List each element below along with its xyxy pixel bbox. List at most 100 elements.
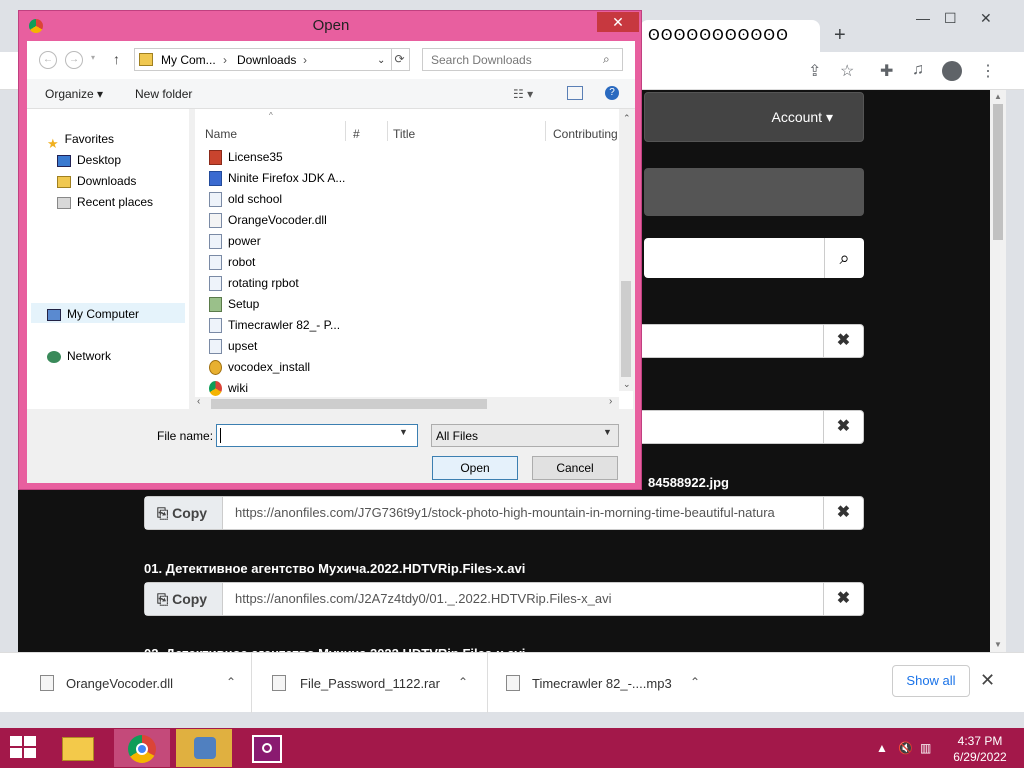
audio-icon	[209, 276, 222, 292]
nav-desktop[interactable]: Desktop	[57, 150, 121, 170]
browser-tab[interactable]: ʘʘʘʘʘʘʘʘʘʘʘ	[640, 20, 820, 52]
up-arrow-icon[interactable]: ↑	[113, 51, 120, 67]
search-input[interactable]: Search Downloads	[422, 48, 623, 71]
address-bar[interactable]: My Com... › Downloads › ⌄ ⟳	[134, 48, 410, 71]
url-field[interactable]: https://anonfiles.com/J2A7z4tdy0/01._.20…	[235, 583, 825, 615]
camera-taskbar-icon[interactable]	[240, 729, 296, 767]
show-all-button[interactable]: Show all	[892, 665, 970, 697]
nav-network[interactable]: Network	[47, 346, 111, 366]
file-item[interactable]: License35	[209, 147, 283, 167]
scroll-up-icon[interactable]: ▲	[994, 92, 1002, 101]
open-button[interactable]: Open	[432, 456, 518, 480]
new-tab-button[interactable]: +	[834, 24, 846, 47]
page-scroll-thumb[interactable]	[993, 104, 1003, 240]
file-item[interactable]: upset	[209, 336, 257, 356]
chevron-up-icon[interactable]: ⌃	[690, 675, 700, 689]
file-item[interactable]: rotating rpbot	[209, 273, 299, 293]
copy-button[interactable]: ⎘ Copy	[145, 583, 223, 615]
file-item[interactable]: old school	[209, 189, 282, 209]
nav-downloads[interactable]: Downloads	[57, 171, 136, 191]
organize-button[interactable]: Organize ▾	[45, 87, 103, 101]
file-list-scroll-thumb[interactable]	[621, 281, 631, 377]
file-title: 01. Детективное агентство Мухича.2022.HD…	[144, 561, 526, 576]
media-icon[interactable]: ♫	[912, 61, 924, 79]
breadcrumb-root[interactable]: My Com...	[161, 53, 216, 67]
cancel-button[interactable]: Cancel	[532, 456, 618, 480]
breadcrumb-separator[interactable]: ›	[303, 53, 307, 67]
close-download-bar-button[interactable]: ✕	[980, 670, 995, 691]
scroll-down-icon[interactable]: ⌄	[623, 379, 631, 390]
maximize-button[interactable]: ☐	[944, 10, 957, 27]
scroll-left-icon[interactable]: ‹	[197, 396, 200, 407]
start-button[interactable]	[10, 736, 38, 760]
remove-button[interactable]: ✖	[823, 411, 863, 443]
breadcrumb-downloads[interactable]: Downloads	[237, 53, 296, 67]
chevron-down-icon[interactable]: ▼	[399, 427, 408, 437]
preview-pane-icon[interactable]	[567, 86, 583, 100]
copy-button[interactable]: ⎘ Copy	[145, 497, 223, 529]
column-contributing[interactable]: Contributing	[553, 127, 618, 141]
download-bar: OrangeVocoder.dll ⌃ File_Password_1122.r…	[0, 652, 1024, 713]
new-folder-button[interactable]: New folder	[135, 87, 192, 101]
recent-locations-icon[interactable]: ▾	[91, 53, 95, 62]
file-item[interactable]: OrangeVocoder.dll	[209, 210, 327, 230]
file-item[interactable]: Setup	[209, 294, 259, 314]
column-title[interactable]: Title	[393, 127, 415, 141]
chevron-up-icon[interactable]: ⌃	[458, 675, 468, 689]
download-item[interactable]: OrangeVocoder.dll ⌃	[0, 653, 252, 713]
scroll-down-icon[interactable]: ▼	[994, 640, 1002, 649]
volume-muted-icon[interactable]: 🔇	[898, 741, 913, 755]
windows-logo-icon	[10, 748, 22, 758]
file-list-hscroll-thumb[interactable]	[211, 399, 487, 409]
account-button[interactable]: Account ▾	[644, 92, 864, 142]
view-options-icon[interactable]: ☷ ▾	[513, 87, 533, 101]
file-explorer-taskbar-icon[interactable]	[50, 729, 106, 767]
breadcrumb-separator[interactable]: ›	[223, 53, 227, 67]
audio-icon	[209, 234, 222, 250]
scroll-right-icon[interactable]: ›	[609, 396, 612, 407]
setup-icon	[209, 297, 222, 313]
file-name-input[interactable]	[216, 424, 418, 447]
chevron-down-icon[interactable]: ⌄	[377, 55, 385, 66]
download-item[interactable]: File_Password_1122.rar ⌃	[252, 653, 488, 713]
file-item[interactable]: power	[209, 231, 261, 251]
profile-icon[interactable]	[942, 61, 962, 81]
show-hidden-icons-icon[interactable]: ▲	[876, 741, 888, 755]
star-icon[interactable]: ☆	[840, 61, 854, 81]
extensions-icon[interactable]: ✚	[880, 61, 893, 81]
chrome-taskbar-icon[interactable]	[114, 729, 170, 767]
search-icon[interactable]: ⌕	[824, 238, 864, 278]
refresh-icon[interactable]: ⟳	[391, 49, 407, 70]
menu-icon[interactable]: ⋮	[980, 61, 996, 81]
forward-icon[interactable]: →	[65, 51, 83, 69]
close-window-button[interactable]: ✕	[980, 10, 992, 27]
column-name[interactable]: Name	[205, 127, 237, 141]
installer-icon	[209, 171, 222, 187]
file-item[interactable]: Timecrawler 82_- P...	[209, 315, 340, 335]
nav-favorites[interactable]: ★ Favorites	[47, 129, 114, 151]
scroll-up-icon[interactable]: ⌃	[623, 113, 631, 124]
file-item[interactable]: vocodex_install	[209, 357, 310, 377]
minimize-button[interactable]: —	[916, 10, 930, 26]
url-field[interactable]: https://anonfiles.com/J7G736t9y1/stock-p…	[235, 497, 825, 529]
remove-button[interactable]: ✖	[823, 325, 863, 357]
file-type-select[interactable]: All Files	[431, 424, 619, 447]
share-icon[interactable]: ⇪	[808, 61, 821, 81]
remove-button[interactable]: ✖	[823, 497, 863, 529]
chevron-down-icon[interactable]: ▼	[603, 427, 612, 437]
file-item[interactable]: robot	[209, 252, 255, 272]
file-item[interactable]: Ninite Firefox JDK A...	[209, 168, 345, 188]
nav-recent-places[interactable]: Recent places	[57, 192, 153, 212]
download-item[interactable]: Timecrawler 82_-....mp3 ⌃	[488, 653, 720, 713]
close-button[interactable]: ✕	[597, 12, 639, 32]
back-icon[interactable]: ←	[39, 51, 57, 69]
system-clock[interactable]: 4:37 PM 6/29/2022	[948, 733, 1012, 765]
nav-my-computer[interactable]: My Computer	[47, 304, 139, 324]
help-icon[interactable]: ?	[605, 86, 619, 100]
file-item[interactable]: wiki	[209, 378, 248, 398]
remove-button[interactable]: ✖	[823, 583, 863, 615]
column-number[interactable]: #	[353, 127, 360, 141]
chevron-up-icon[interactable]: ⌃	[226, 675, 236, 689]
network-icon[interactable]: ▥	[920, 741, 931, 755]
app-taskbar-icon[interactable]	[176, 729, 232, 767]
